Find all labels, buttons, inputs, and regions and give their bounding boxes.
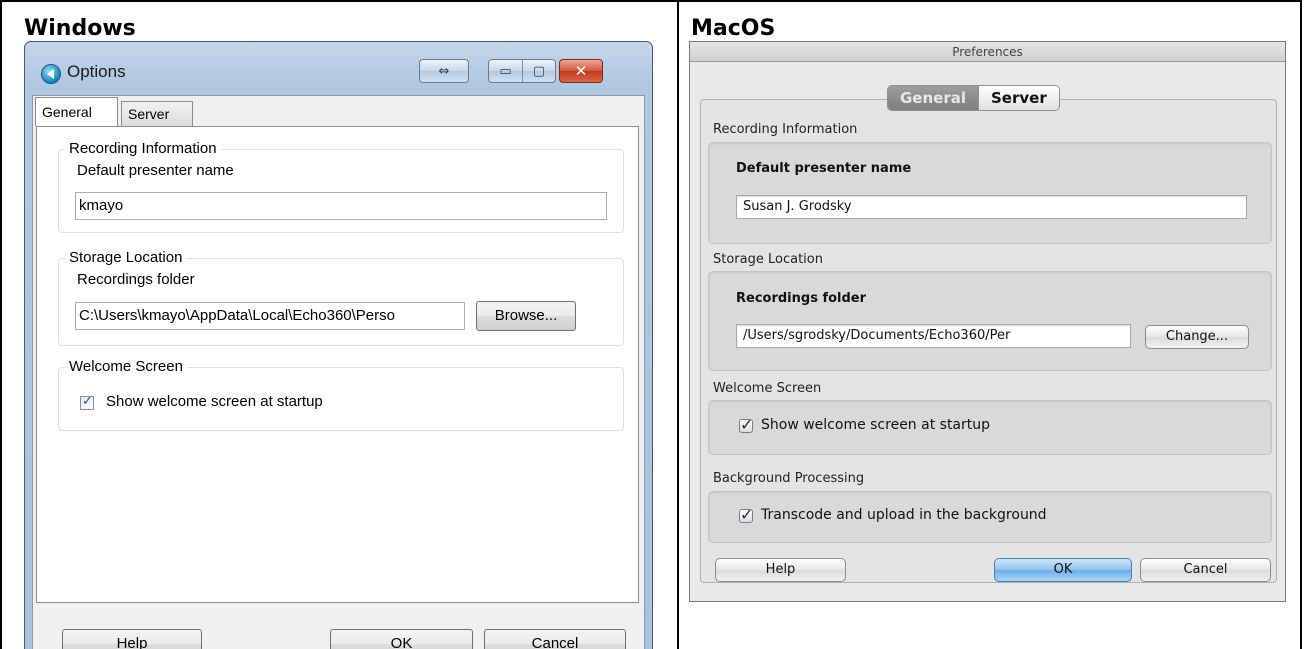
group-heading: Storage Location (65, 249, 187, 267)
resize-button-group: ⇔ (419, 59, 469, 83)
presenter-name-input[interactable]: kmayo (75, 192, 607, 220)
change-button[interactable]: Change... (1145, 325, 1249, 349)
window-title: Options (67, 62, 126, 81)
show-welcome-checkbox[interactable] (739, 415, 753, 434)
window-title: Preferences (690, 42, 1285, 62)
cancel-button[interactable]: Cancel (1140, 558, 1271, 582)
show-welcome-checkbox[interactable] (80, 394, 94, 410)
windows-options-dialog: Options ⇔ ▭ ▢ ✕ General Server Recording… (24, 41, 653, 649)
close-button[interactable]: ✕ (559, 59, 603, 83)
macos-heading: MacOS (691, 16, 776, 41)
storage-location-box: Recordings folder /Users/sgrodsky/Docume… (708, 271, 1272, 371)
recordings-folder-label: Recordings folder (736, 291, 867, 306)
tab-server[interactable]: Server (978, 86, 1059, 110)
recording-information-group: Recording Information Default presenter … (58, 140, 624, 233)
macos-preferences-window: Preferences General Server Recording Inf… (689, 41, 1286, 602)
browse-button[interactable]: Browse... (476, 301, 576, 331)
welcome-screen-group: Welcome Screen Show welcome screen at st… (58, 358, 624, 431)
presenter-name-label: Default presenter name (736, 161, 912, 176)
general-tab-panel: Recording Information Default presenter … (36, 126, 639, 603)
presenter-name-label: Default presenter name (77, 162, 234, 179)
window-controls: ▭ ▢ (488, 59, 556, 83)
recordings-folder-input[interactable]: /Users/sgrodsky/Documents/Echo360/Per (736, 324, 1131, 348)
windows-heading: Windows (24, 16, 136, 41)
recordings-folder-input[interactable]: C:\Users\kmayo\AppData\Local\Echo360\Per… (75, 302, 465, 330)
group-heading: Welcome Screen (65, 358, 187, 376)
tab-server[interactable]: Server (121, 101, 193, 126)
transcode-upload-label: Transcode and upload in the background (761, 507, 1047, 523)
storage-location-group: Storage Location Recordings folder C:\Us… (58, 249, 624, 346)
preferences-body: General Server Recording Information Def… (690, 62, 1285, 601)
group-heading: Recording Information (65, 140, 221, 158)
close-icon[interactable]: ✕ (560, 60, 602, 82)
dialog-client-area: General Server Recording Information Def… (32, 95, 645, 649)
transcode-upload-checkbox[interactable] (739, 505, 753, 524)
help-button[interactable]: Help (62, 629, 202, 649)
ok-button[interactable]: OK (994, 558, 1132, 582)
echo360-app-icon (41, 64, 61, 84)
background-processing-heading: Background Processing (713, 471, 865, 486)
tab-segmented-control: General Server (887, 85, 1060, 111)
recording-information-box: Default presenter name Susan J. Grodsky (708, 142, 1272, 244)
maximize-icon[interactable]: ▢ (522, 60, 555, 82)
storage-location-heading: Storage Location (713, 252, 823, 267)
recordings-folder-label: Recordings folder (77, 271, 195, 288)
tab-general[interactable]: General (35, 97, 118, 126)
resize-arrows-icon[interactable]: ⇔ (420, 60, 468, 82)
welcome-screen-heading: Welcome Screen (713, 381, 822, 396)
help-button[interactable]: Help (715, 558, 846, 582)
column-divider (677, 0, 679, 649)
background-processing-box: Transcode and upload in the background (708, 491, 1272, 543)
presenter-name-input[interactable]: Susan J. Grodsky (736, 195, 1247, 219)
show-welcome-label: Show welcome screen at startup (761, 417, 991, 433)
minimize-icon[interactable]: ▭ (489, 60, 522, 82)
ok-button[interactable]: OK (330, 629, 473, 649)
recording-information-heading: Recording Information (713, 122, 858, 137)
tab-general[interactable]: General (888, 86, 978, 110)
cancel-button[interactable]: Cancel (484, 629, 626, 649)
show-welcome-label: Show welcome screen at startup (106, 393, 323, 410)
welcome-screen-box: Show welcome screen at startup (708, 400, 1272, 455)
